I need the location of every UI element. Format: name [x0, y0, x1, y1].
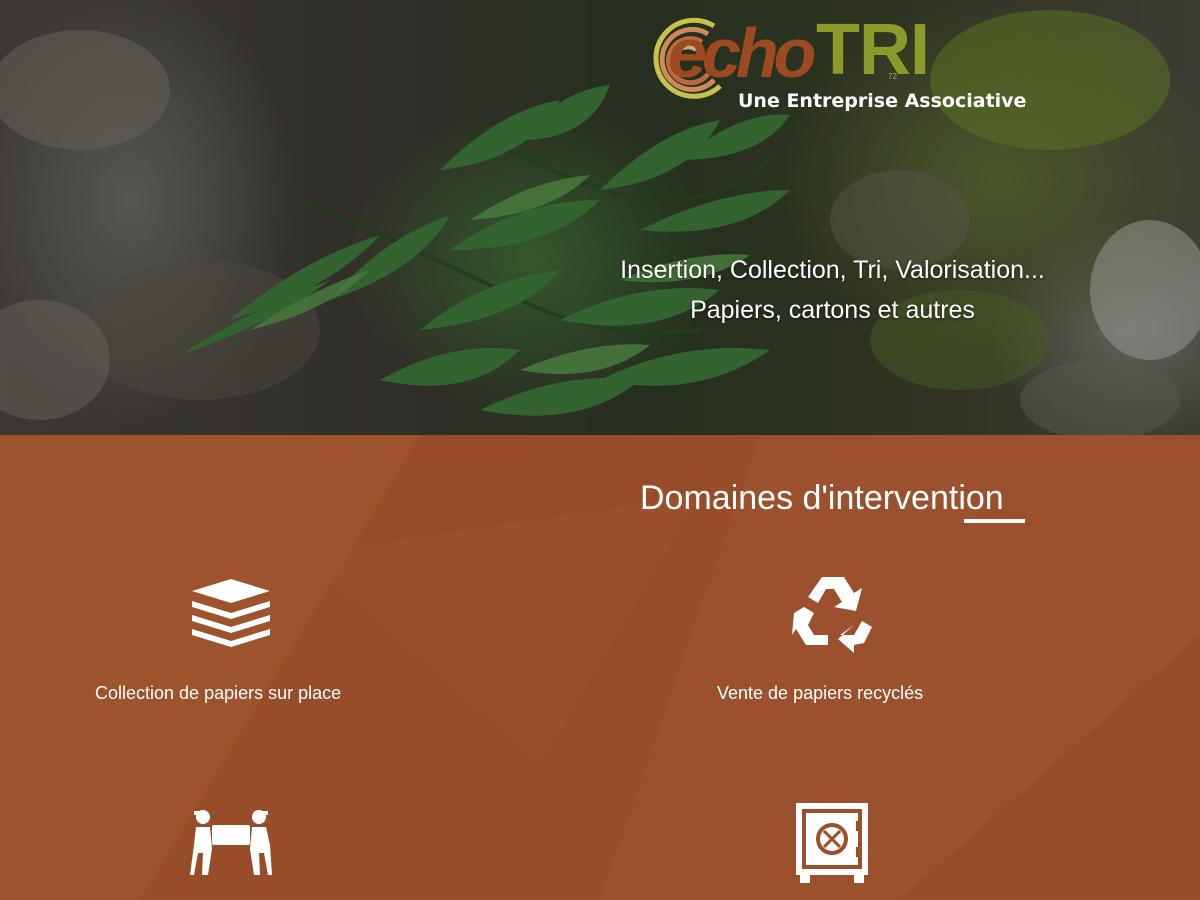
title-underline [964, 519, 1025, 523]
service-vente-label: Vente de papiers recyclés [717, 683, 924, 703]
echotri-logo[interactable]: echo TRI 72 Une Entreprise Associative [636, 8, 1036, 118]
logo-tagline: Une Entreprise Associative [738, 90, 1027, 112]
hero-subheadline: Papiers, cartons et autres [690, 296, 975, 324]
logo-tri-text: TRI [816, 10, 930, 90]
hero-banner: echo TRI 72 Une Entreprise Associative I… [0, 0, 1200, 435]
logo-echo-text: echo [668, 14, 816, 92]
logo-small-number: 72 [888, 72, 897, 81]
section-title: Domaines d'intervention [640, 479, 1004, 517]
paper-stack-icon [192, 579, 270, 647]
hero-headline: Insertion, Collection, Tri, Valorisation… [620, 256, 1045, 284]
safe-icon [796, 803, 868, 883]
service-collection-label: Collection de papiers sur place [95, 683, 342, 703]
faceted-background [0, 435, 1200, 900]
recycle-icon [792, 577, 872, 653]
domaines-section: Domaines d'intervention Collection de pa… [0, 435, 1200, 900]
movers-icon [190, 810, 272, 875]
